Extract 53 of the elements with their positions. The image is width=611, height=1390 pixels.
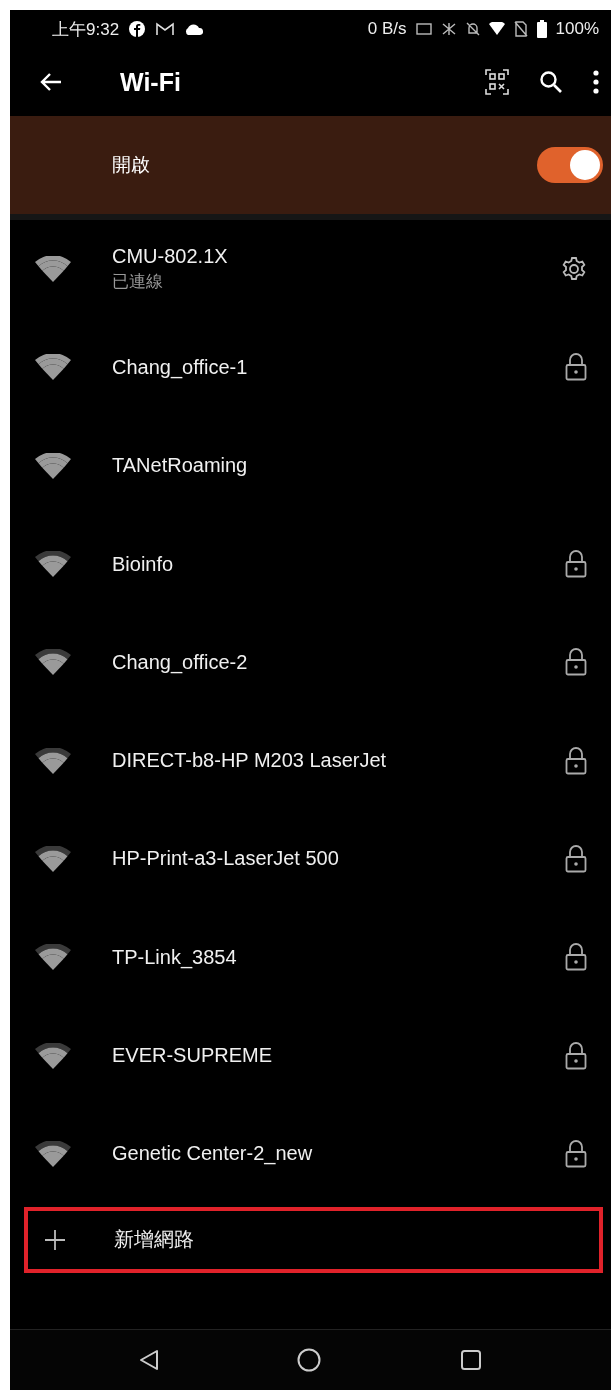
lock-icon	[565, 550, 587, 579]
wifi-status-icon	[488, 22, 505, 36]
lock-icon	[565, 844, 587, 873]
network-row[interactable]: TANetRoaming	[10, 416, 611, 515]
lock-icon	[565, 648, 587, 677]
more-icon[interactable]	[593, 70, 599, 94]
network-name: TP-Link_3854	[112, 945, 238, 969]
battery-percent: 100%	[555, 19, 599, 39]
page-title: Wi-Fi	[120, 67, 181, 97]
network-name: Genetic Center-2_new	[112, 1142, 314, 1166]
wifi-toggle[interactable]	[537, 147, 603, 183]
back-nav-icon[interactable]	[139, 1349, 160, 1371]
mute-bell-icon	[465, 21, 480, 37]
network-name: HP-Print-a3-LaserJet 500	[112, 847, 340, 871]
add-network-label: 新增網路	[114, 1227, 194, 1253]
home-nav-icon[interactable]	[297, 1348, 322, 1372]
network-row[interactable]: TP-Link_3854	[10, 908, 611, 1007]
network-speed: 0 B/s	[367, 19, 407, 39]
lock-icon	[565, 353, 587, 382]
lock-icon	[565, 943, 587, 972]
network-row[interactable]: Chang_office-1	[10, 318, 611, 417]
network-row[interactable]: Genetic Center-2_new	[10, 1104, 611, 1203]
battery-icon	[536, 20, 547, 38]
recents-nav-icon[interactable]	[459, 1349, 482, 1371]
back-icon[interactable]	[40, 72, 62, 92]
network-row[interactable]: Bioinfo	[10, 514, 611, 614]
network-name: TANetRoaming	[112, 454, 249, 478]
network-name: EVER-SUPREME	[112, 1044, 274, 1067]
add-network-row[interactable]: 新增網路	[24, 1206, 603, 1273]
facebook-icon	[128, 20, 147, 38]
network-name: CMU-802.1X	[112, 245, 229, 269]
network-name: Chang_office-2	[112, 650, 249, 674]
mail-icon	[155, 21, 176, 37]
network-name: Bioinfo	[112, 552, 175, 576]
qr-code-icon[interactable]	[485, 69, 509, 95]
no-sim-icon	[513, 21, 528, 37]
connection-status: 已連線	[112, 271, 164, 294]
network-row[interactable]: HP-Print-a3-LaserJet 500	[10, 809, 611, 909]
lock-icon	[565, 1041, 587, 1070]
lock-icon	[565, 746, 587, 775]
network-row[interactable]: CMU-802.1X 已連線	[10, 220, 611, 319]
lock-icon	[565, 1139, 587, 1168]
switch-label: 開啟	[112, 153, 151, 177]
network-name: Chang_office-1	[112, 355, 249, 379]
cloud-icon	[184, 22, 205, 36]
plus-icon	[44, 1228, 66, 1251]
network-name: DIRECT-b8-HP M203 LaserJet	[112, 749, 388, 773]
settings-icon[interactable]	[561, 256, 587, 283]
status-time: 上午9:32	[52, 18, 120, 41]
network-row[interactable]: EVER-SUPREME	[10, 1006, 611, 1105]
network-row[interactable]: DIRECT-b8-HP M203 LaserJet	[10, 711, 611, 810]
network-row[interactable]: Chang_office-2	[10, 613, 611, 712]
search-icon[interactable]	[539, 70, 563, 94]
